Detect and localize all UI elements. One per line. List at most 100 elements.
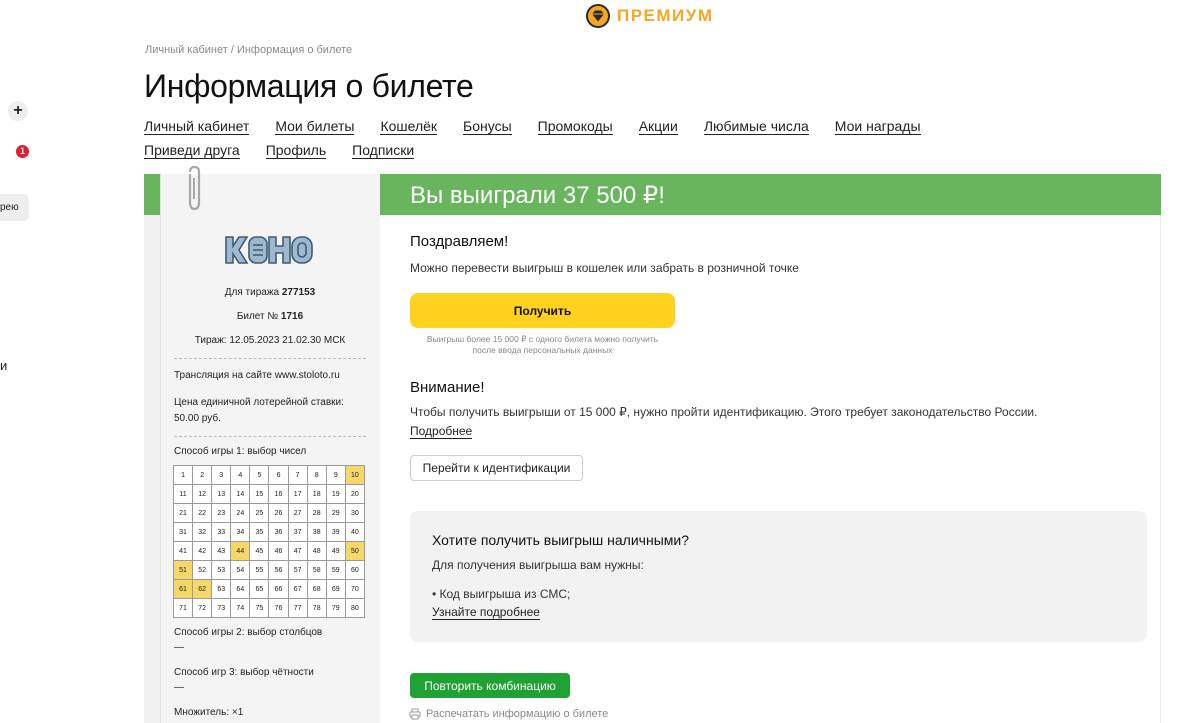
- print-ticket-link[interactable]: Распечатать информацию о билете: [409, 708, 608, 720]
- diamond-icon: [586, 4, 610, 28]
- grid-cell: 29: [325, 503, 346, 523]
- grid-row: 31 32 33 34 35 36 37 38 39 40: [172, 522, 366, 542]
- grid-row: 61 62 63 64 65 66 67 68 69 70: [172, 579, 366, 599]
- grid-cell: 6: [268, 465, 289, 485]
- grid-row: 11 12 13 14 15 16 17 18 19 20: [172, 484, 366, 504]
- grid-row: 21 22 23 24 25 26 27 28 29 30: [172, 503, 366, 523]
- grid-cell: 48: [306, 541, 327, 561]
- premium-label: ПРЕМИУМ: [617, 6, 714, 25]
- grid-cell: 41: [172, 541, 194, 561]
- get-winnings-note: Выигрыш более 15 000 ₽ с одного билета м…: [410, 334, 675, 356]
- grid-cell: 52: [192, 560, 213, 580]
- win-banner-left: [144, 174, 160, 215]
- grid-cell: 39: [325, 522, 346, 542]
- nav-item-profile[interactable]: Профиль: [265, 142, 327, 159]
- grid-cell: 55: [249, 560, 270, 580]
- grid-cell: 17: [287, 484, 308, 504]
- grid-cell: 33: [211, 522, 232, 542]
- grid-cell: 22: [192, 503, 213, 523]
- draw-number-line: Для тиража 277153: [160, 287, 380, 298]
- grid-cell: 31: [172, 522, 194, 542]
- ticket-number: 1716: [280, 311, 304, 322]
- grid-cell: 46: [268, 541, 289, 561]
- grid-cell: 5: [249, 465, 270, 485]
- grid-cell: 26: [268, 503, 289, 523]
- sidebar-pill[interactable]: рею: [0, 194, 29, 221]
- get-winnings-button[interactable]: Получить: [410, 293, 675, 328]
- attention-title: Внимание!: [410, 379, 485, 396]
- account-nav: Личный кабинет Мои билеты Кошелёк Бонусы…: [144, 118, 944, 166]
- nav-item-my-tickets[interactable]: Мои билеты: [275, 118, 355, 135]
- grid-cell: 21: [172, 503, 194, 523]
- grid-cell: 12: [192, 484, 213, 504]
- nav-item-favorite-numbers[interactable]: Любимые числа: [703, 118, 809, 135]
- grid-cell: 80: [344, 598, 366, 618]
- go-identification-button[interactable]: Перейти к идентификации: [410, 455, 583, 481]
- nav-item-my-rewards[interactable]: Мои награды: [834, 118, 921, 135]
- grid-cell: 19: [325, 484, 346, 504]
- game2-title: Способ игры 2: выбор столбцов: [174, 627, 323, 638]
- paperclip-icon: [188, 166, 201, 211]
- grid-cell: 15: [249, 484, 270, 504]
- nav-row-2: Приведи друга Профиль Подписки: [144, 142, 944, 166]
- grid-cell: 70: [344, 579, 366, 599]
- grid-cell: 47: [287, 541, 308, 561]
- add-button[interactable]: +: [8, 101, 28, 121]
- grid-cell: 14: [230, 484, 251, 504]
- congrats-title: Поздравляем!: [410, 233, 509, 250]
- grid-cell: 72: [192, 598, 213, 618]
- grid-cell: 65: [249, 579, 270, 599]
- grid-cell: 74: [230, 598, 251, 618]
- attention-text: Чтобы получить выигрыши от 15 000 ₽, нуж…: [410, 405, 1038, 419]
- grid-cell: 75: [249, 598, 270, 618]
- get-winnings-note-line1: Выигрыш более 15 000 ₽ с одного билета м…: [426, 334, 659, 344]
- multiplier: Множитель: ×1: [174, 707, 244, 718]
- grid-cell: 73: [211, 598, 232, 618]
- grid-cell: 64: [230, 579, 251, 599]
- page-title: Информация о билете: [144, 68, 474, 104]
- draw-datetime: Тираж: 12.05.2023 21.02.30 МСК: [194, 335, 346, 346]
- grid-cell: 23: [211, 503, 232, 523]
- cash-subtitle: Для получения выигрыша вам нужны:: [432, 558, 644, 572]
- grid-row: 1 2 3 4 5 6 7 8 9 10: [172, 465, 366, 485]
- keno-logo: [225, 236, 313, 264]
- sidebar-text-fragment: и: [0, 358, 8, 373]
- nav-item-subscriptions[interactable]: Подписки: [352, 142, 415, 159]
- win-title: Вы выиграли 37 500 ₽!: [410, 182, 665, 209]
- cash-more-link[interactable]: Узнайте подробнее: [432, 605, 540, 620]
- ticket-label: Билет №: [236, 311, 279, 322]
- ticket-divider: [174, 358, 366, 359]
- more-info-link[interactable]: Подробнее: [410, 424, 473, 439]
- grid-cell: 20: [344, 484, 366, 504]
- get-winnings-note-line2: после ввода персональных данных: [472, 345, 613, 355]
- grid-cell: 40: [344, 522, 366, 542]
- nav-item-promotions[interactable]: Акции: [638, 118, 678, 135]
- notification-badge: 1: [16, 145, 29, 158]
- price-label: Цена единичной лотерейной ставки:: [174, 397, 344, 408]
- grid-cell: 49: [325, 541, 346, 561]
- nav-item-invite-friend[interactable]: Приведи друга: [144, 142, 240, 159]
- nav-item-cabinet[interactable]: Личный кабинет: [144, 118, 250, 135]
- grid-cell: 3: [211, 465, 232, 485]
- cash-item: • Код выигрыша из СМС;: [432, 587, 571, 601]
- grid-cell: 2: [192, 465, 213, 485]
- grid-cell: 28: [306, 503, 327, 523]
- grid-cell-selected: 61: [172, 579, 194, 599]
- grid-cell: 32: [192, 522, 213, 542]
- grid-cell: 76: [268, 598, 289, 618]
- game3-value: —: [174, 682, 184, 693]
- printer-icon: [409, 708, 421, 720]
- grid-cell: 45: [249, 541, 270, 561]
- print-ticket-label: Распечатать информацию о билете: [426, 708, 609, 720]
- repeat-combination-button[interactable]: Повторить комбинацию: [410, 673, 570, 698]
- grid-cell: 77: [287, 598, 308, 618]
- grid-cell: 56: [268, 560, 289, 580]
- nav-item-bonuses[interactable]: Бонусы: [463, 118, 512, 135]
- grid-cell: 11: [172, 484, 194, 504]
- premium-logo[interactable]: ПРЕМИУМ: [586, 4, 714, 28]
- nav-item-wallet[interactable]: Кошелёк: [380, 118, 438, 135]
- nav-item-promocodes[interactable]: Промокоды: [537, 118, 613, 135]
- grid-cell: 63: [211, 579, 232, 599]
- grid-cell-selected: 62: [192, 579, 213, 599]
- breadcrumb: Личный кабинет / Информация о билете: [145, 44, 353, 56]
